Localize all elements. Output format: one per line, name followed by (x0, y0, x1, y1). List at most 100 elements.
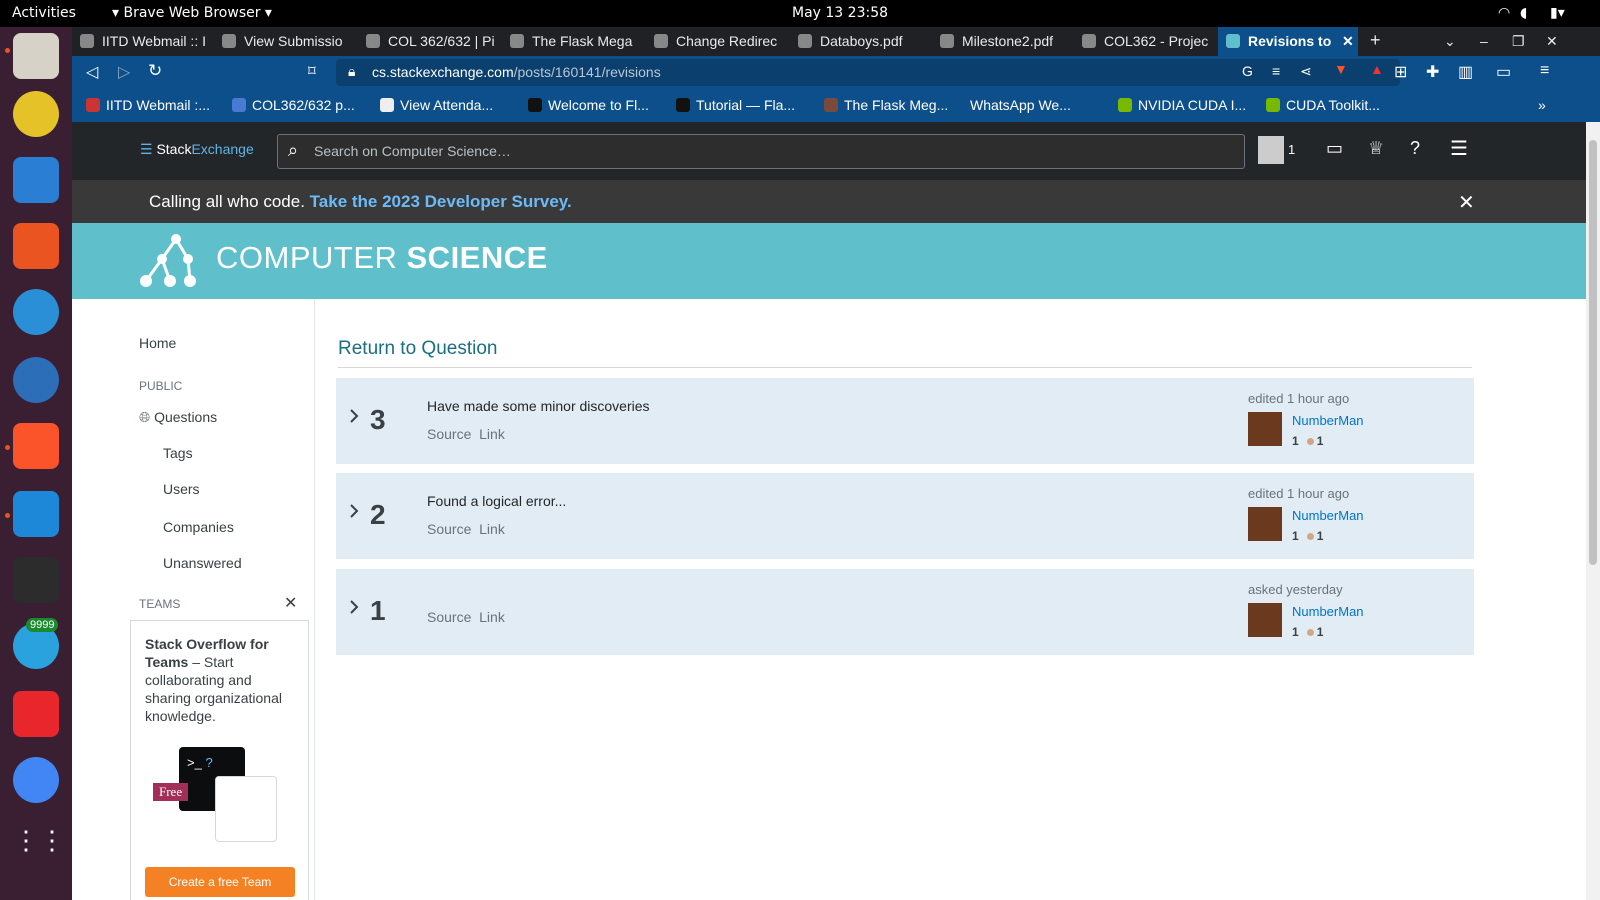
bookmark-tutorial-flask[interactable]: Tutorial — Fla... (676, 97, 795, 113)
revision-timestamp[interactable]: edited 1 hour ago (1248, 391, 1349, 406)
close-teams-icon[interactable]: ✕ (284, 593, 297, 613)
rhythmbox-icon[interactable] (13, 91, 59, 137)
new-tab-icon[interactable]: + (1370, 27, 1390, 56)
help-icon[interactable]: ? (1410, 138, 1420, 159)
reload-icon[interactable]: ↻ (148, 61, 162, 81)
help-icon[interactable] (13, 289, 59, 335)
brave-shields-icon[interactable]: ▼ (1334, 61, 1348, 77)
bookmark-flask-mega[interactable]: The Flask Meg... (824, 97, 948, 113)
tab-revisions[interactable]: Revisions to ✕ (1218, 27, 1358, 56)
google-icon[interactable]: G (1242, 63, 1253, 79)
page-scrollbar[interactable] (1586, 122, 1600, 900)
sidebar-item-users[interactable]: Users (163, 481, 200, 497)
bookmark-cuda-toolkit[interactable]: CUDA Toolkit... (1266, 97, 1380, 113)
scrollbar-thumb[interactable] (1589, 140, 1597, 565)
tab-change-redirect[interactable]: Change Redirec (654, 27, 790, 56)
permalink[interactable]: Link (479, 521, 505, 537)
activities-button[interactable]: Activities (12, 5, 76, 21)
user-link[interactable]: NumberMan (1292, 508, 1364, 523)
app-menu[interactable]: ▾ Brave Web Browser ▾ (112, 5, 272, 21)
stackexchange-logo[interactable]: ☰ StackExchange (140, 141, 254, 158)
site-switcher-icon[interactable]: ☰ (1450, 136, 1468, 161)
source-link[interactable]: Source (427, 426, 471, 442)
bookmark-welcome-flask[interactable]: Welcome to Fl... (528, 97, 649, 113)
search-input[interactable]: ⌕ Search on Computer Science… (277, 134, 1245, 169)
revision-timestamp[interactable]: asked yesterday (1248, 582, 1343, 597)
tab-iitd-webmail[interactable]: IITD Webmail :: I (80, 27, 216, 56)
reader-icon[interactable]: ≡ (1272, 63, 1280, 79)
close-banner-icon[interactable]: ✕ (1458, 190, 1475, 215)
user-avatar[interactable] (1248, 603, 1282, 637)
tab-milestone2-pdf[interactable]: Milestone2.pdf (940, 27, 1076, 56)
achievements-icon[interactable]: ♕ (1368, 138, 1384, 159)
tab-col362-project[interactable]: COL362 - Projec (1082, 27, 1214, 56)
menu-icon[interactable]: ≡ (1540, 62, 1549, 80)
sidebar-item-home[interactable]: Home (139, 335, 176, 351)
sidebar-item-companies[interactable]: Companies (163, 519, 234, 535)
more-bookmarks-icon[interactable]: » (1538, 97, 1546, 113)
wifi-icon[interactable]: ◠ (1498, 5, 1510, 21)
sidebar-item-tags[interactable]: Tags (163, 445, 193, 461)
address-bar[interactable]: 🔒︎ cs.stackexchange.com/posts/160141/rev… (336, 59, 1400, 86)
site-title[interactable]: COMPUTER SCIENCE (216, 240, 548, 276)
maximize-icon[interactable]: ❐ (1512, 27, 1532, 56)
forward-icon[interactable]: ▷ (118, 62, 130, 82)
battery-icon[interactable]: ▮▾ (1550, 5, 1565, 21)
software-icon[interactable] (13, 223, 59, 269)
tab-databoys-pdf[interactable]: Databoys.pdf (798, 27, 934, 56)
sidebar-item-unanswered[interactable]: Unanswered (163, 555, 242, 571)
return-to-question-link[interactable]: Return to Question (338, 338, 497, 360)
bookmark-col362[interactable]: COL362/632 p... (232, 97, 355, 113)
translate-icon[interactable]: ⊞ (1394, 62, 1407, 82)
clock[interactable]: May 13 23:58 (792, 5, 888, 21)
close-window-icon[interactable]: ✕ (1546, 27, 1566, 56)
close-tab-icon[interactable]: ✕ (1342, 33, 1354, 50)
writer-icon[interactable] (13, 157, 59, 203)
survey-link[interactable]: Take the 2023 Developer Survey. (310, 192, 572, 211)
create-team-button[interactable]: Create a free Team (145, 867, 295, 897)
extensions-icon[interactable]: ✚ (1426, 62, 1439, 82)
bookmark-view-attendance[interactable]: View Attenda... (380, 97, 493, 113)
bookmark-whatsapp[interactable]: WhatsApp We... (970, 97, 1071, 113)
bookmark-icon[interactable]: ⌑ (308, 62, 316, 80)
brave-icon[interactable] (13, 423, 59, 469)
chevron-right-icon[interactable] (348, 408, 360, 424)
tab-col362[interactable]: COL 362/632 | Pi (366, 27, 502, 56)
user-link[interactable]: NumberMan (1292, 604, 1364, 619)
user-link[interactable]: NumberMan (1292, 413, 1364, 428)
bookmark-iitd-webmail[interactable]: IITD Webmail :... (86, 97, 210, 113)
permalink[interactable]: Link (479, 609, 505, 625)
revision-row[interactable]: 2 Found a logical error... Source Link e… (336, 473, 1474, 559)
bookmark-nvidia-cuda[interactable]: NVIDIA CUDA I... (1118, 97, 1246, 113)
source-link[interactable]: Source (427, 609, 471, 625)
permalink[interactable]: Link (479, 426, 505, 442)
sidebar-icon[interactable]: ▥ (1458, 62, 1473, 82)
tab-flask-mega[interactable]: The Flask Mega (510, 27, 646, 56)
tab-view-submission[interactable]: View Submissio (222, 27, 358, 56)
back-icon[interactable]: ◁ (86, 62, 98, 82)
show-apps-icon[interactable]: ⋮⋮ (13, 825, 65, 871)
files-icon[interactable] (13, 33, 59, 79)
revision-row[interactable]: 1 Source Link asked yesterday NumberMan … (336, 569, 1474, 655)
revision-row[interactable]: 3 Have made some minor discoveries Sourc… (336, 378, 1474, 464)
vscode-icon[interactable] (13, 491, 59, 537)
sidebar-item-questions[interactable]: 🌐︎ Questions (139, 409, 217, 426)
avatar[interactable] (1258, 136, 1284, 164)
inbox-icon[interactable]: ▭ (1326, 138, 1343, 159)
share-icon[interactable]: ⋖ (1300, 63, 1312, 80)
brave-rewards-icon[interactable]: ▲ (1370, 61, 1384, 77)
revision-timestamp[interactable]: edited 1 hour ago (1248, 486, 1349, 501)
chevron-right-icon[interactable] (348, 599, 360, 615)
chrome-icon[interactable] (13, 757, 59, 803)
thunderbird-icon[interactable] (13, 357, 59, 403)
user-avatar[interactable] (1248, 412, 1282, 446)
wps-icon[interactable] (13, 691, 59, 737)
chevron-right-icon[interactable] (348, 503, 360, 519)
terminal-icon[interactable] (13, 557, 59, 603)
source-link[interactable]: Source (427, 521, 471, 537)
tab-list-icon[interactable]: ⌄ (1444, 27, 1464, 56)
user-avatar[interactable] (1248, 507, 1282, 541)
minimize-icon[interactable]: – (1480, 27, 1500, 56)
wallet-icon[interactable]: ▭ (1496, 62, 1511, 82)
volume-icon[interactable]: ◖ (1520, 5, 1527, 21)
